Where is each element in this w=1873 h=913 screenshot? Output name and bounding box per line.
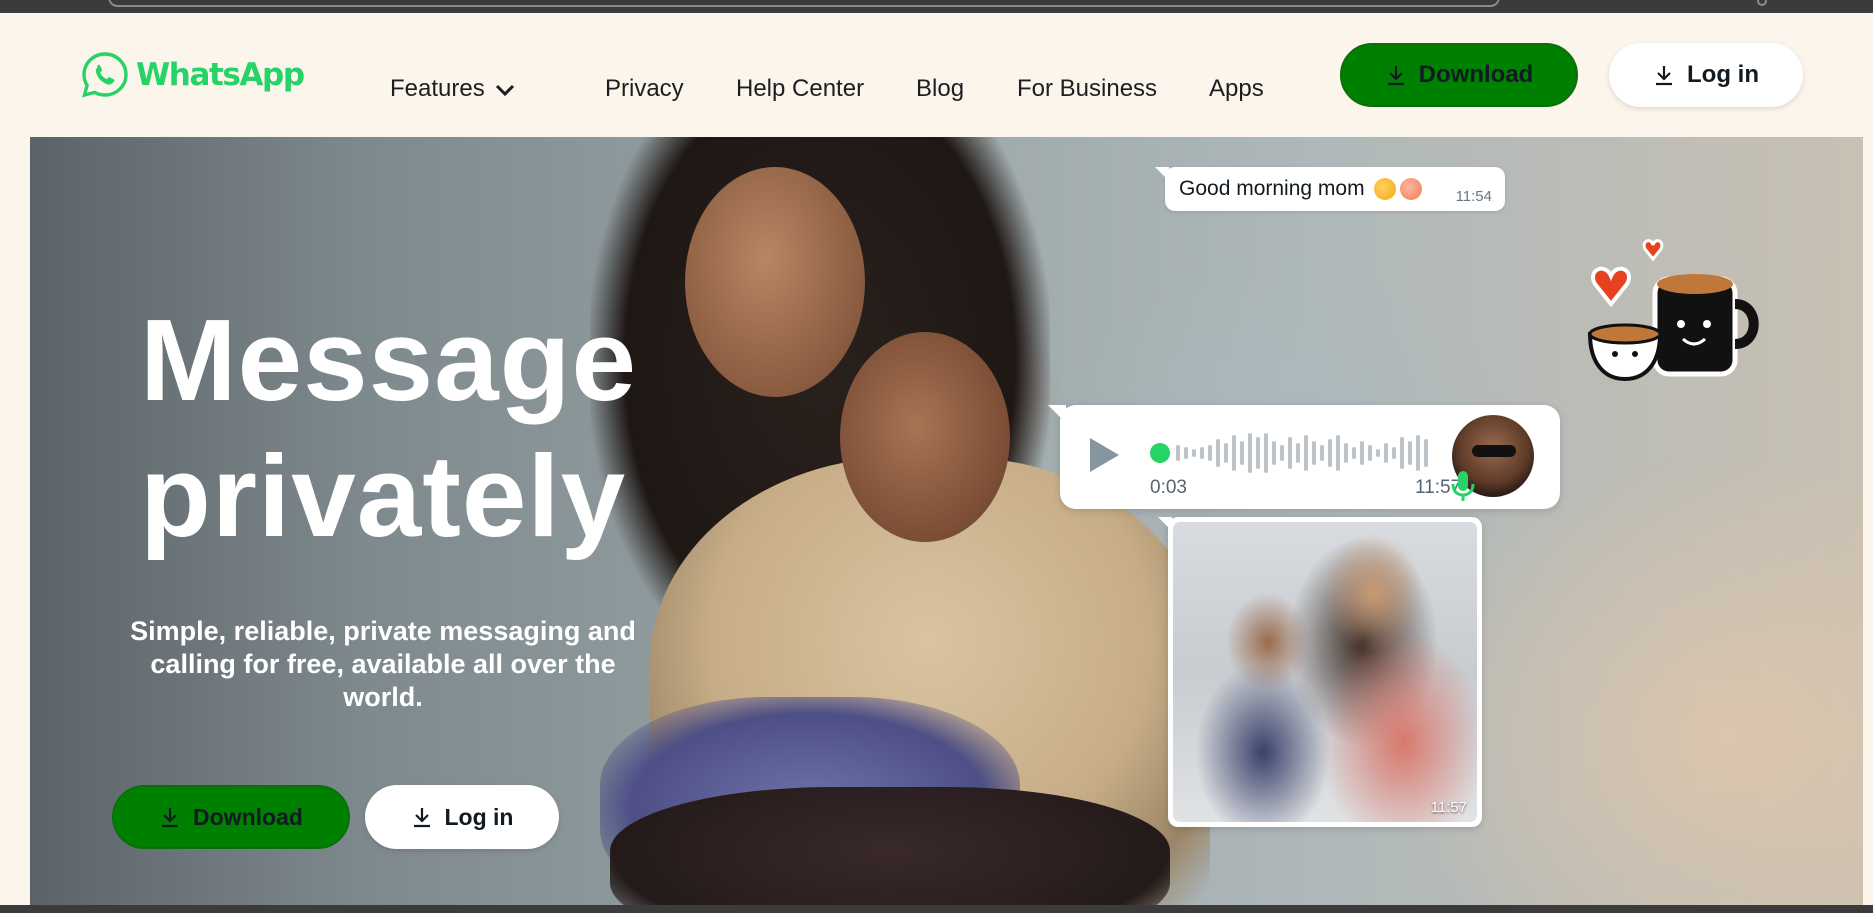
download-icon — [413, 808, 430, 828]
header-download-label: Download — [1418, 61, 1534, 88]
microphone-icon — [1451, 471, 1475, 501]
nav-blog[interactable]: Blog — [916, 63, 964, 115]
chevron-down-icon — [495, 64, 515, 116]
nav-for-business[interactable]: For Business — [1017, 63, 1157, 115]
hero-title-line: privately — [140, 431, 627, 561]
whatsapp-logo[interactable]: WhatsApp — [80, 49, 305, 101]
play-icon[interactable] — [1086, 435, 1122, 475]
hero-login-label: Log in — [444, 803, 514, 830]
header-login-label: Log in — [1687, 61, 1759, 88]
chat-message-text: Good morning mom — [1179, 177, 1423, 201]
photo-message-bubble: 11:57 — [1158, 517, 1482, 827]
nav-apps[interactable]: Apps — [1209, 63, 1264, 115]
photo-message-time: 11:57 — [1430, 799, 1467, 816]
header-login-button[interactable]: Log in — [1609, 43, 1803, 107]
nav-help-center[interactable]: Help Center — [736, 63, 864, 115]
site-header: WhatsApp Features Privacy Help Center Bl… — [0, 13, 1873, 137]
voice-duration: 0:03 — [1150, 477, 1187, 498]
shared-photo[interactable]: 11:57 — [1173, 522, 1477, 822]
whatsapp-icon — [82, 52, 128, 98]
hero-section: Message privately Simple, reliable, priv… — [30, 137, 1863, 905]
header-download-button[interactable]: Download — [1340, 43, 1578, 107]
hero-subtitle: Simple, reliable, private messaging and … — [130, 616, 636, 712]
hero-title-line: Message — [140, 295, 638, 425]
coffee-cups-sticker-icon — [1587, 239, 1759, 382]
browser-bottom-strip — [0, 905, 1873, 913]
voice-message-bubble: 0:03 11:57 — [1048, 405, 1560, 509]
hero-photo-shape — [840, 332, 1010, 542]
browser-control-icon[interactable] — [1757, 0, 1767, 6]
hero-photo-shape — [685, 167, 865, 397]
nav-features[interactable]: Features — [390, 63, 515, 116]
audio-waveform-icon[interactable] — [1150, 431, 1440, 475]
hero-title: Message privately — [140, 292, 636, 564]
download-icon — [1387, 66, 1404, 86]
chat-message-time: 11:54 — [1455, 188, 1492, 205]
nav-features-label: Features — [390, 75, 485, 102]
nav-privacy[interactable]: Privacy — [605, 63, 684, 115]
download-icon — [1656, 66, 1672, 86]
download-icon — [162, 808, 179, 828]
hero-download-button[interactable]: Download — [112, 785, 350, 849]
chat-message-label: Good morning mom — [1179, 177, 1365, 200]
browser-chrome-strip — [0, 0, 1873, 13]
hero-login-button[interactable]: Log in — [365, 785, 559, 849]
sunglasses-shape — [1472, 445, 1516, 457]
logo-text: WhatsApp — [136, 57, 305, 93]
chat-message-bubble: Good morning mom 11:54 — [1155, 167, 1505, 211]
address-bar[interactable] — [108, 0, 1500, 7]
smiling-hearts-emoji-icon — [1400, 178, 1423, 201]
hero-photo-shape — [610, 787, 1170, 905]
hugging-face-emoji-icon — [1374, 178, 1397, 201]
hero-download-label: Download — [193, 803, 303, 830]
